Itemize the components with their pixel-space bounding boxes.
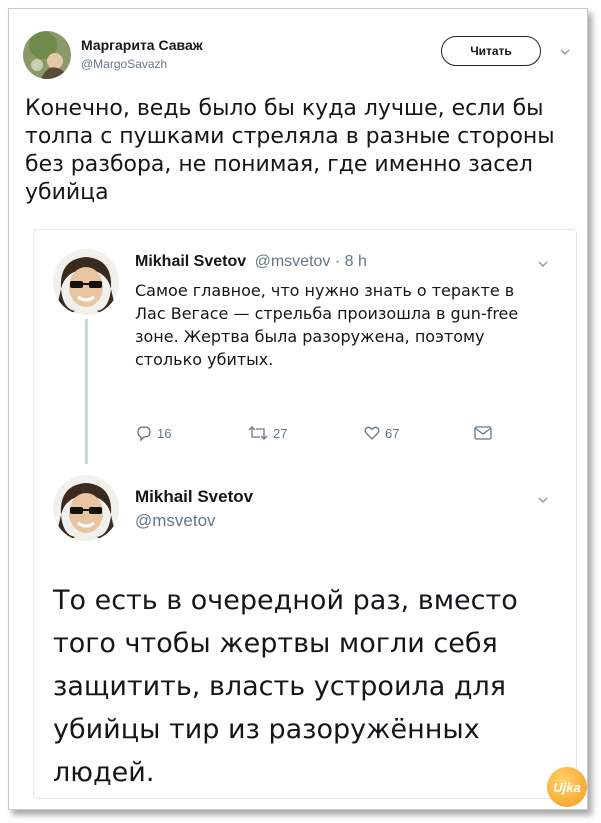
author-handle[interactable]: @msvetov	[135, 511, 216, 531]
avatar[interactable]	[23, 31, 71, 79]
avatar[interactable]	[53, 475, 119, 541]
author-handle[interactable]: @msvetov	[255, 253, 331, 270]
follow-button[interactable]: Читать	[441, 36, 541, 66]
reply-icon	[137, 426, 151, 442]
tweet-card: Маргарита Саваж @MargoSavazh Читать Коне…	[8, 8, 588, 810]
separator: ·	[334, 253, 341, 270]
retweet-button[interactable]: 27	[247, 424, 287, 442]
author-handle[interactable]: @MargoSavazh	[81, 57, 167, 71]
reply-button[interactable]: 16	[135, 424, 171, 442]
tweet-actions: 16 27 67	[135, 424, 515, 446]
retweet-icon	[248, 426, 268, 440]
chevron-down-icon[interactable]	[560, 47, 570, 57]
timestamp[interactable]: 8 h	[345, 253, 367, 270]
message-button[interactable]	[473, 424, 493, 442]
like-icon	[364, 426, 380, 440]
watermark-logo: Ujka	[547, 767, 587, 807]
message-icon	[474, 426, 492, 440]
like-count: 67	[385, 425, 400, 441]
author-name[interactable]: Маргарита Саваж	[81, 37, 203, 53]
author-name[interactable]: Mikhail Svetov	[135, 487, 253, 507]
reply-tweet-text: То есть в очередной раз, вместо того что…	[53, 585, 518, 788]
chevron-down-icon[interactable]	[538, 259, 548, 269]
retweet-count: 27	[273, 425, 288, 441]
author-name[interactable]: Mikhail Svetov	[135, 253, 246, 270]
chevron-down-icon[interactable]	[538, 495, 548, 505]
thread-line	[85, 319, 88, 464]
avatar[interactable]	[53, 249, 119, 315]
like-button[interactable]: 67	[363, 424, 399, 442]
quoted-tweet-text: Самое главное, что нужно знать о теракте…	[135, 281, 519, 369]
tweet-text: Конечно, ведь было бы куда лучше, если б…	[25, 96, 555, 205]
quoted-header: Mikhail Svetov @msvetov · 8 h	[135, 253, 367, 271]
reply-count: 16	[157, 425, 172, 441]
